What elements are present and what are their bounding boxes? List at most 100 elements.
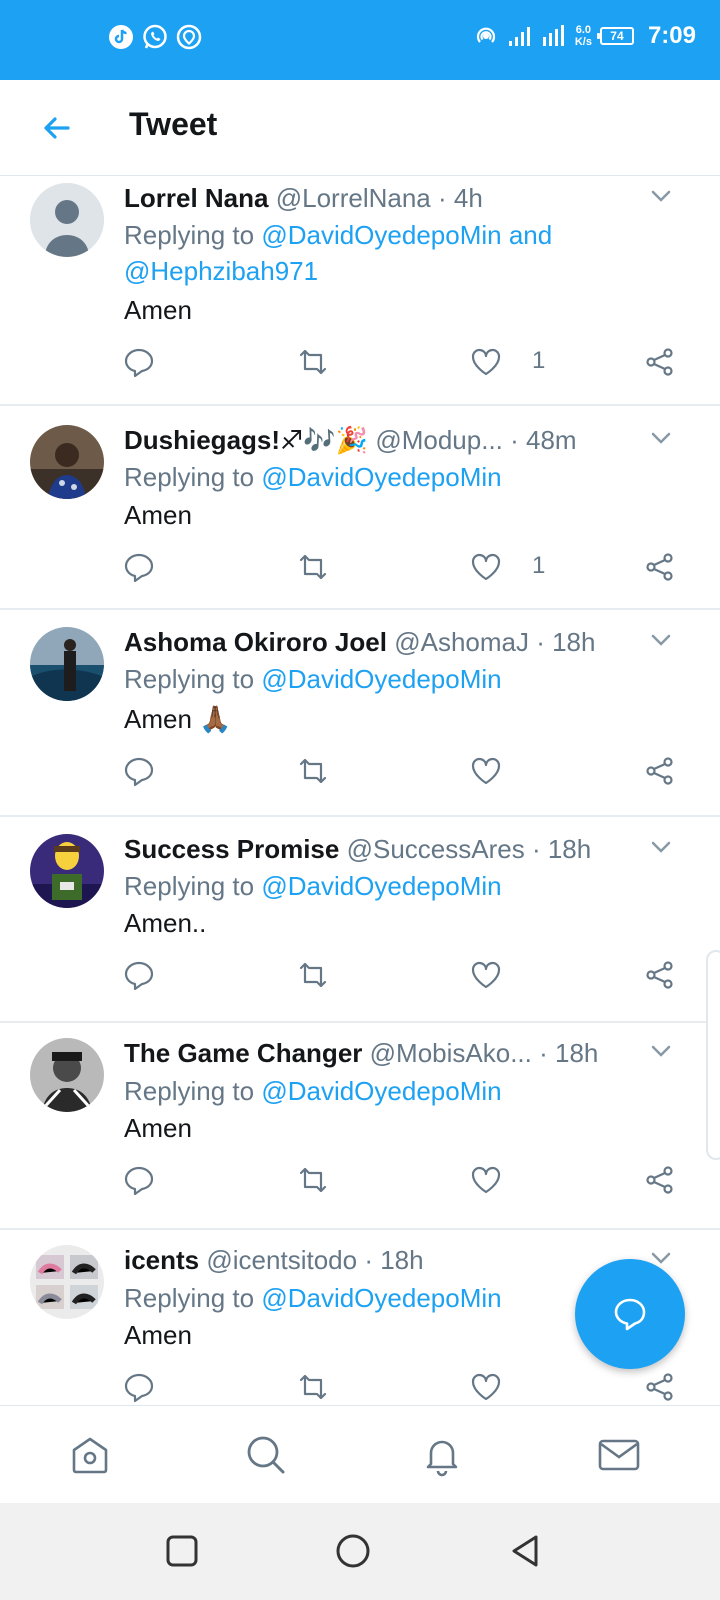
author-handle: @LorrelNana — [275, 183, 431, 213]
tweet-time: · 18h — [539, 1038, 599, 1068]
replying-prefix: Replying to — [124, 462, 262, 492]
tweet-time: · 18h — [536, 627, 596, 657]
retweet-icon[interactable] — [296, 345, 330, 379]
replying-to: Replying to @DavidOyedepoMin — [124, 868, 604, 904]
tweet-text: Amen — [124, 500, 192, 530]
battery-icon: 74 — [596, 27, 634, 45]
tweet-text: Amen — [124, 295, 192, 325]
status-bar: 6.0 K/s 74 7:09 — [0, 0, 720, 80]
like-icon[interactable] — [469, 550, 503, 584]
reply-icon[interactable] — [122, 958, 156, 992]
mention-link[interactable]: @Hephzibah971 — [124, 256, 318, 286]
replying-prefix: Replying to — [124, 1076, 262, 1106]
tweet-actions — [0, 754, 720, 794]
tweet-item[interactable]: The Game Changer @MobisAko... · 18h Repl… — [0, 1023, 720, 1230]
author-name[interactable]: Dushiegags!♐🎶🎉 — [124, 425, 368, 455]
bottom-navigation — [0, 1405, 720, 1503]
author-name[interactable]: Ashoma Okiroro Joel — [124, 627, 387, 657]
avatar[interactable] — [30, 627, 104, 701]
share-icon[interactable] — [643, 550, 677, 584]
chevron-down-icon[interactable] — [648, 627, 674, 653]
like-icon[interactable] — [469, 754, 503, 788]
retweet-icon[interactable] — [296, 550, 330, 584]
replying-to: Replying to @DavidOyedepoMin — [124, 1073, 604, 1109]
share-icon[interactable] — [643, 958, 677, 992]
tweet-time: · 48m — [510, 425, 577, 455]
location-icon — [176, 24, 202, 50]
replying-prefix: Replying to — [124, 1283, 262, 1313]
replying-prefix: Replying to — [124, 664, 262, 694]
share-icon[interactable] — [643, 754, 677, 788]
home-icon[interactable] — [67, 1432, 113, 1478]
notifications-icon[interactable] — [419, 1432, 465, 1478]
reply-icon[interactable] — [122, 1163, 156, 1197]
tweet-time: · 4h — [438, 183, 483, 213]
reply-icon[interactable] — [122, 1370, 156, 1404]
avatar[interactable] — [30, 1245, 104, 1319]
status-right: 6.0 K/s 74 7:09 — [473, 22, 696, 50]
replying-prefix: Replying to — [124, 220, 262, 250]
author-line: Success Promise @SuccessAres · 18h — [124, 834, 650, 865]
author-line: The Game Changer @MobisAko... · 18h — [124, 1038, 650, 1069]
tweet-actions: 1 — [0, 550, 720, 590]
tweet-item[interactable]: Dushiegags!♐🎶🎉 @Modup... · 48m Replying … — [0, 406, 720, 610]
back-arrow-icon[interactable] — [38, 110, 74, 146]
tweet-time: · 18h — [531, 834, 592, 864]
avatar[interactable] — [30, 183, 104, 257]
reply-icon[interactable] — [122, 345, 156, 379]
chevron-down-icon[interactable] — [648, 1038, 674, 1064]
like-icon[interactable] — [469, 1163, 503, 1197]
mention-link[interactable]: @DavidOyedepoMin — [261, 871, 501, 901]
author-line: icents @icentsitodo · 18h — [124, 1245, 650, 1276]
speed-value: 6.0 — [575, 24, 592, 36]
chevron-down-icon[interactable] — [648, 425, 674, 451]
author-name[interactable]: Lorrel Nana — [124, 183, 269, 213]
tweet-item[interactable]: Lorrel Nana @LorrelNana · 4h Replying to… — [0, 177, 720, 406]
replying-prefix: Replying to — [124, 871, 262, 901]
like-icon[interactable] — [469, 1370, 503, 1404]
tweet-actions — [0, 1163, 720, 1203]
retweet-icon[interactable] — [296, 1370, 330, 1404]
mention-link[interactable]: @DavidOyedepoMin — [261, 220, 501, 250]
author-name[interactable]: icents — [124, 1245, 199, 1275]
mention-link[interactable]: @DavidOyedepoMin — [261, 664, 501, 694]
avatar[interactable] — [30, 425, 104, 499]
reply-icon[interactable] — [122, 550, 156, 584]
author-handle: @MobisAko... — [369, 1038, 532, 1068]
reply-bubble-icon — [614, 1298, 646, 1331]
author-name[interactable]: The Game Changer — [124, 1038, 362, 1068]
home-button-icon[interactable] — [333, 1531, 373, 1571]
retweet-icon[interactable] — [296, 754, 330, 788]
share-icon[interactable] — [643, 1370, 677, 1404]
chevron-down-icon[interactable] — [648, 183, 674, 209]
author-line: Lorrel Nana @LorrelNana · 4h — [124, 183, 650, 214]
compose-reply-button[interactable] — [575, 1259, 685, 1369]
like-icon[interactable] — [469, 958, 503, 992]
hotspot-icon — [476, 27, 495, 43]
author-line: Dushiegags!♐🎶🎉 @Modup... · 48m — [124, 425, 650, 456]
share-icon[interactable] — [643, 1163, 677, 1197]
retweet-icon[interactable] — [296, 1163, 330, 1197]
avatar[interactable] — [30, 834, 104, 908]
avatar[interactable] — [30, 1038, 104, 1112]
signal-icon — [508, 27, 530, 46]
tweet-item[interactable]: Success Promise @SuccessAres · 18h Reply… — [0, 817, 720, 1023]
mention-link[interactable]: @DavidOyedepoMin — [261, 1283, 501, 1313]
top-app-bar: Tweet — [0, 80, 720, 176]
retweet-icon[interactable] — [296, 958, 330, 992]
back-button-icon[interactable] — [505, 1531, 545, 1571]
chevron-down-icon[interactable] — [648, 834, 674, 860]
mention-link[interactable]: @DavidOyedepoMin — [261, 1076, 501, 1106]
recent-apps-icon[interactable] — [162, 1531, 202, 1571]
replying-to: Replying to @DavidOyedepoMin and @Hephzi… — [124, 217, 604, 289]
search-icon[interactable] — [243, 1432, 289, 1478]
tweet-item[interactable]: Ashoma Okiroro Joel @AshomaJ · 18h Reply… — [0, 610, 720, 817]
author-name[interactable]: Success Promise — [124, 834, 339, 864]
scroll-handle[interactable] — [706, 950, 720, 1160]
reply-icon[interactable] — [122, 754, 156, 788]
messages-icon[interactable] — [596, 1432, 642, 1478]
reply-feed[interactable]: Lorrel Nana @LorrelNana · 4h Replying to… — [0, 177, 720, 1404]
share-icon[interactable] — [643, 345, 677, 379]
like-icon[interactable] — [469, 345, 503, 379]
mention-link[interactable]: @DavidOyedepoMin — [261, 462, 501, 492]
